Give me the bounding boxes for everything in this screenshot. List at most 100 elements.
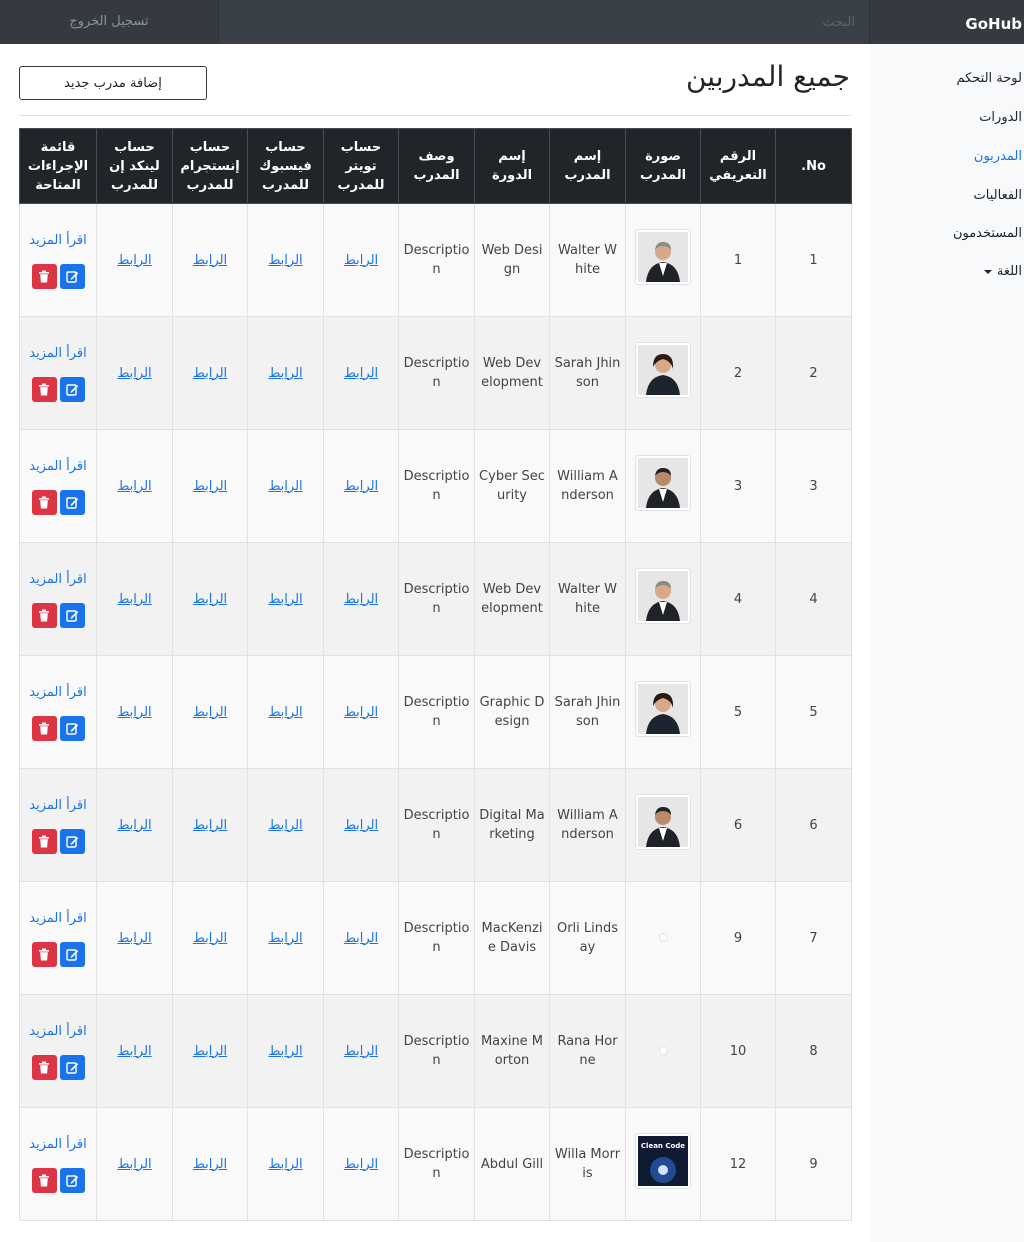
read-more-link[interactable]: اقرأ المزيد [24,1022,92,1041]
brand-logo[interactable]: GoHub [870,0,1024,44]
read-more-link[interactable]: اقرأ المزيد [24,683,92,702]
twitter-link[interactable]: الرابط [344,592,378,607]
cell-id: 1 [700,203,776,317]
cell-course: Graphic Design [474,655,550,769]
edit-button[interactable] [59,603,85,628]
facebook-link[interactable]: الرابط [268,705,302,720]
linkedin-link[interactable]: الرابط [117,931,151,946]
facebook-link[interactable]: الرابط [268,479,302,494]
facebook-link[interactable]: الرابط [268,253,302,268]
edit-button[interactable] [59,264,85,289]
linkedin-link[interactable]: الرابط [117,366,151,381]
cell-actions: اقرأ المزيد [19,429,97,543]
cell-no: 1 [775,203,852,317]
sidebar-item-events[interactable]: الفعاليات [974,188,1022,203]
delete-button[interactable] [31,829,57,854]
facebook-link[interactable]: الرابط [268,366,302,381]
linkedin-link[interactable]: الرابط [117,818,151,833]
linkedin-link[interactable]: الرابط [117,705,151,720]
read-more-link[interactable]: اقرأ المزيد [24,231,92,250]
edit-icon [65,496,79,509]
book-cover-title: Clean Code [641,1142,685,1150]
delete-button[interactable] [31,490,57,515]
trainer-photo [635,455,691,511]
sidebar-item-users[interactable]: المستخدمون [953,226,1022,241]
cell-actions: اقرأ المزيد [19,316,97,430]
facebook-link[interactable]: الرابط [268,1044,302,1059]
read-more-link[interactable]: اقرأ المزيد [24,457,92,476]
cell-name: Sarah Jhinson [549,655,626,769]
cell-name: Sarah Jhinson [549,316,626,430]
cell-photo [625,429,701,543]
sidebar-item-language[interactable]: اللغة [983,264,1022,279]
edit-button[interactable] [59,377,85,402]
read-more-link[interactable]: اقرأ المزيد [24,570,92,589]
edit-button[interactable] [59,490,85,515]
delete-button[interactable] [31,377,57,402]
instagram-link[interactable]: الرابط [193,705,227,720]
instagram-link[interactable]: الرابط [193,1044,227,1059]
read-more-link[interactable]: اقرأ المزيد [24,796,92,815]
delete-button[interactable] [31,1168,57,1193]
cell-no: 5 [775,655,852,769]
facebook-link[interactable]: الرابط [268,818,302,833]
linkedin-link[interactable]: الرابط [117,253,151,268]
twitter-link[interactable]: الرابط [344,479,378,494]
twitter-link[interactable]: الرابط [344,705,378,720]
edit-button[interactable] [59,1168,85,1193]
read-more-link[interactable]: اقرأ المزيد [24,909,92,928]
read-more-link[interactable]: اقرأ المزيد [24,1135,92,1154]
twitter-link[interactable]: الرابط [344,1044,378,1059]
table-row: 2 2 Sarah Jhinson Web Development Descriptio… [19,316,852,430]
edit-button[interactable] [59,716,85,741]
cell-linkedin: الرابط [96,994,173,1108]
col-header-description: وصف المدرب [398,128,475,204]
twitter-link[interactable]: الرابط [344,253,378,268]
instagram-link[interactable]: الرابط [193,479,227,494]
linkedin-link[interactable]: الرابط [117,592,151,607]
trash-icon [38,383,50,396]
twitter-link[interactable]: الرابط [344,366,378,381]
cell-course: Web Design [474,203,550,317]
twitter-link[interactable]: الرابط [344,931,378,946]
twitter-link[interactable]: الرابط [344,818,378,833]
linkedin-link[interactable]: الرابط [117,1044,151,1059]
edit-button[interactable] [59,1055,85,1080]
instagram-link[interactable]: الرابط [193,592,227,607]
delete-button[interactable] [31,942,57,967]
delete-button[interactable] [31,603,57,628]
edit-button[interactable] [59,829,85,854]
instagram-link[interactable]: الرابط [193,1157,227,1172]
logout-link[interactable]: تسجيل الخروج [0,0,218,44]
sidebar-item-trainers[interactable]: المدربون [974,149,1022,164]
twitter-link[interactable]: الرابط [344,1157,378,1172]
delete-button[interactable] [31,716,57,741]
add-trainer-button[interactable]: إضافة مدرب جديد [19,66,207,100]
trash-icon [38,1174,50,1187]
linkedin-link[interactable]: الرابط [117,1157,151,1172]
read-more-link[interactable]: اقرأ المزيد [24,344,92,363]
facebook-link[interactable]: الرابط [268,592,302,607]
instagram-link[interactable]: الرابط [193,931,227,946]
instagram-link[interactable]: الرابط [193,818,227,833]
search-input[interactable] [219,0,869,44]
cell-no: 8 [775,994,852,1108]
edit-button[interactable] [59,942,85,967]
instagram-link[interactable]: الرابط [193,253,227,268]
cell-facebook: الرابط [247,316,324,430]
delete-button[interactable] [31,1055,57,1080]
edit-icon [65,948,79,961]
cell-photo [625,655,701,769]
col-header-id: الرقم التعريفي [700,128,776,204]
facebook-link[interactable]: الرابط [268,1157,302,1172]
delete-button[interactable] [31,264,57,289]
col-header-instagram: حساب إنستجرام للمدرب [172,128,248,204]
linkedin-link[interactable]: الرابط [117,479,151,494]
instagram-link[interactable]: الرابط [193,366,227,381]
sidebar-item-courses[interactable]: الدورات [979,110,1022,125]
cell-course: Web Development [474,542,550,656]
cell-course: Abdul Gill [474,1107,550,1221]
facebook-link[interactable]: الرابط [268,931,302,946]
sidebar-item-dashboard[interactable]: لوحة التحكم [956,71,1022,86]
cell-no: 7 [775,881,852,995]
